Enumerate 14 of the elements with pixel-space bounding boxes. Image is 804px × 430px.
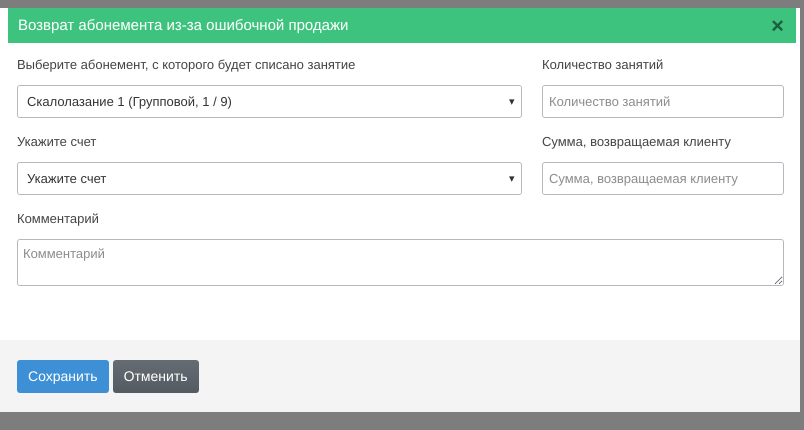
select-field[interactable]: Укажите счет ▾ — [17, 162, 522, 195]
field-label: Выберите абонемент, с которого будет списано занятие — [17, 57, 356, 72]
select-field[interactable]: Скалолазание 1 (Групповой, 1 / 9) ▾ — [17, 85, 522, 118]
comment-field[interactable]: Комментарий — [17, 239, 784, 286]
input-field[interactable]: Количество занятий — [542, 85, 784, 118]
field-label: Сумма, возвращаемая клиенту — [542, 134, 732, 149]
close-button[interactable]: × — [769, 14, 786, 36]
field-label: Количество занятий — [542, 57, 664, 72]
cancel-button[interactable]: Отменить — [112, 360, 199, 392]
input-field[interactable]: Сумма, возвращаемая клиенту — [542, 162, 784, 195]
field-label: Комментарий — [17, 211, 100, 226]
save-button[interactable]: Сохранить — [17, 360, 109, 392]
modal-title: Возврат абонемента из-за ошибочной продажи — [18, 17, 348, 34]
field-label: Укажите счет — [17, 134, 98, 149]
